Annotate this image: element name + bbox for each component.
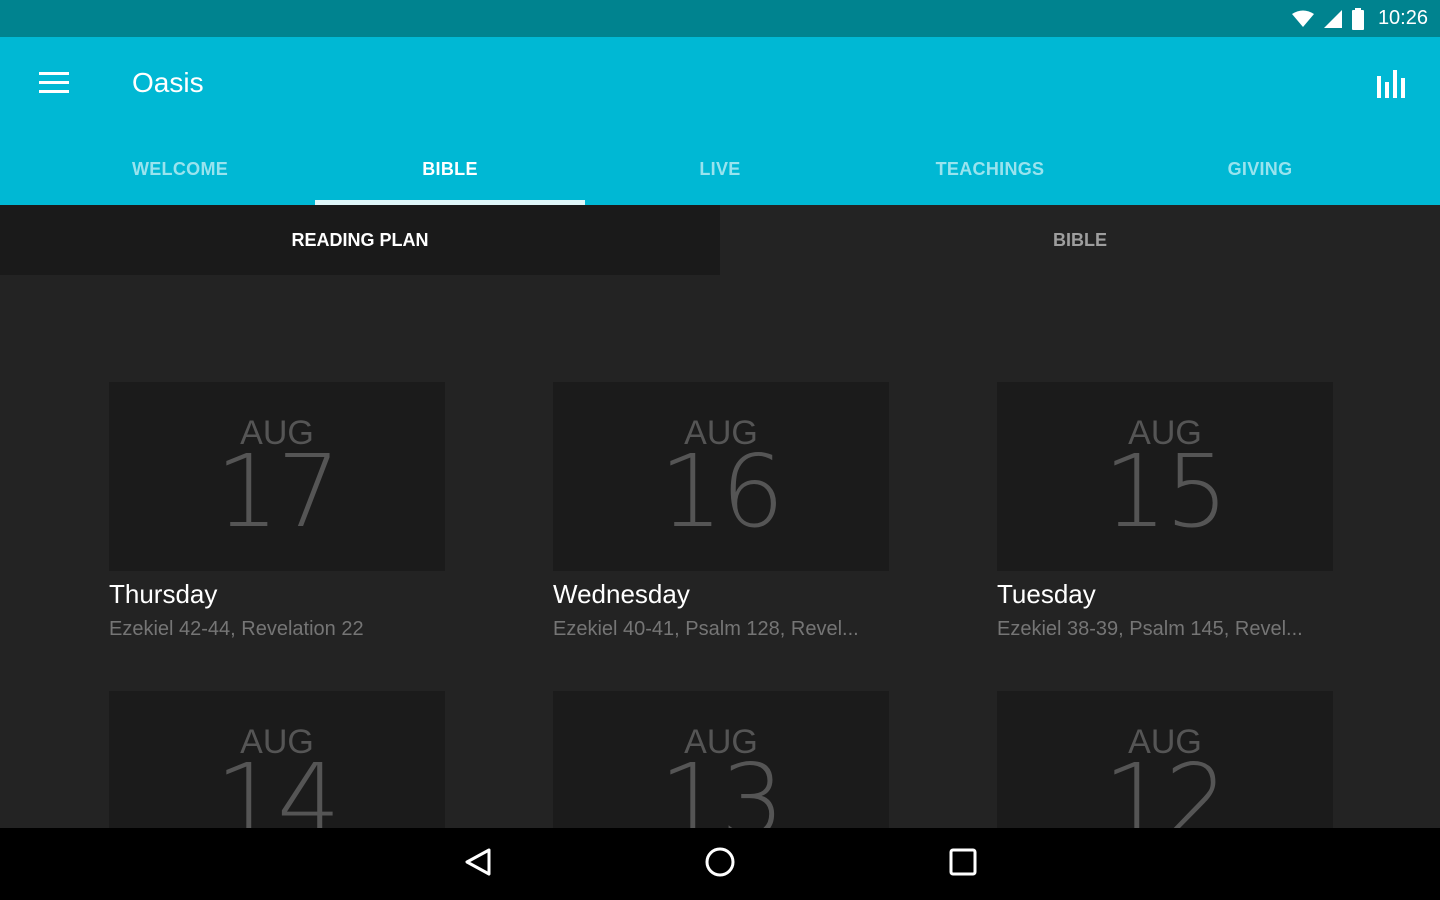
subtab-reading-plan[interactable]: READING PLAN <box>0 205 720 275</box>
card-weekday: Wednesday <box>553 579 690 609</box>
main-tabs: WELCOME BIBLE LIVE TEACHINGS GIVING <box>45 133 1395 205</box>
reading-plan-list: AUG 17 Thursday Ezekiel 42-44, Revelatio… <box>0 275 1440 828</box>
back-icon <box>464 847 492 882</box>
wifi-icon <box>1291 10 1314 28</box>
tab-giving[interactable]: GIVING <box>1125 133 1395 205</box>
card-passages: Ezekiel 38-39, Psalm 145, Revel... <box>997 618 1303 640</box>
date-thumbnail: AUG 12 <box>997 691 1333 828</box>
reading-card[interactable]: AUG 15 Tuesday Ezekiel 38-39, Psalm 145,… <box>997 382 1333 641</box>
card-passages: Ezekiel 40-41, Psalm 128, Revel... <box>553 618 859 640</box>
home-button[interactable] <box>684 828 756 900</box>
status-time: 10:26 <box>1377 7 1428 29</box>
app-title: Oasis <box>132 67 204 98</box>
date-thumbnail: AUG 17 <box>109 382 445 571</box>
cell-signal-icon <box>1323 9 1342 28</box>
reading-card[interactable]: AUG 16 Wednesday Ezekiel 40-41, Psalm 12… <box>553 382 889 641</box>
card-weekday: Thursday <box>109 579 218 609</box>
date-thumbnail: AUG 13 <box>553 691 889 828</box>
card-day: 13 <box>659 742 784 829</box>
system-nav-bar <box>0 828 1440 900</box>
tab-bible[interactable]: BIBLE <box>315 133 585 205</box>
recents-button[interactable] <box>927 828 999 900</box>
app-bar: Oasis WELCOME BIBLE LIVE TEACHINGS GIVIN… <box>0 37 1440 205</box>
card-day: 15 <box>1103 433 1228 550</box>
stats-button[interactable] <box>1366 61 1416 109</box>
recents-icon <box>949 848 977 881</box>
card-passages: Ezekiel 42-44, Revelation 22 <box>109 618 364 640</box>
home-icon <box>704 846 736 883</box>
date-thumbnail: AUG 16 <box>553 382 889 571</box>
reading-card[interactable]: AUG 12 <box>997 691 1333 828</box>
sub-tabs: READING PLAN BIBLE <box>0 205 1440 275</box>
date-thumbnail: AUG 14 <box>109 691 445 828</box>
tab-teachings[interactable]: TEACHINGS <box>855 133 1125 205</box>
battery-icon <box>1351 7 1364 30</box>
reading-card[interactable]: AUG 17 Thursday Ezekiel 42-44, Revelatio… <box>109 382 445 641</box>
menu-button[interactable] <box>28 61 80 109</box>
card-weekday: Tuesday <box>997 579 1096 609</box>
reading-card[interactable]: AUG 13 <box>553 691 889 828</box>
back-button[interactable] <box>442 828 514 900</box>
status-bar: 10:26 <box>0 0 1440 37</box>
menu-icon <box>39 71 69 99</box>
tab-welcome[interactable]: WELCOME <box>45 133 315 205</box>
subtab-bible[interactable]: BIBLE <box>720 205 1440 275</box>
date-thumbnail: AUG 15 <box>997 382 1333 571</box>
card-day: 12 <box>1103 742 1228 829</box>
bar-chart-icon <box>1376 68 1406 103</box>
card-day: 14 <box>215 742 340 829</box>
tab-live[interactable]: LIVE <box>585 133 855 205</box>
card-day: 16 <box>659 433 784 550</box>
card-day: 17 <box>215 433 340 550</box>
reading-card[interactable]: AUG 14 <box>109 691 445 828</box>
